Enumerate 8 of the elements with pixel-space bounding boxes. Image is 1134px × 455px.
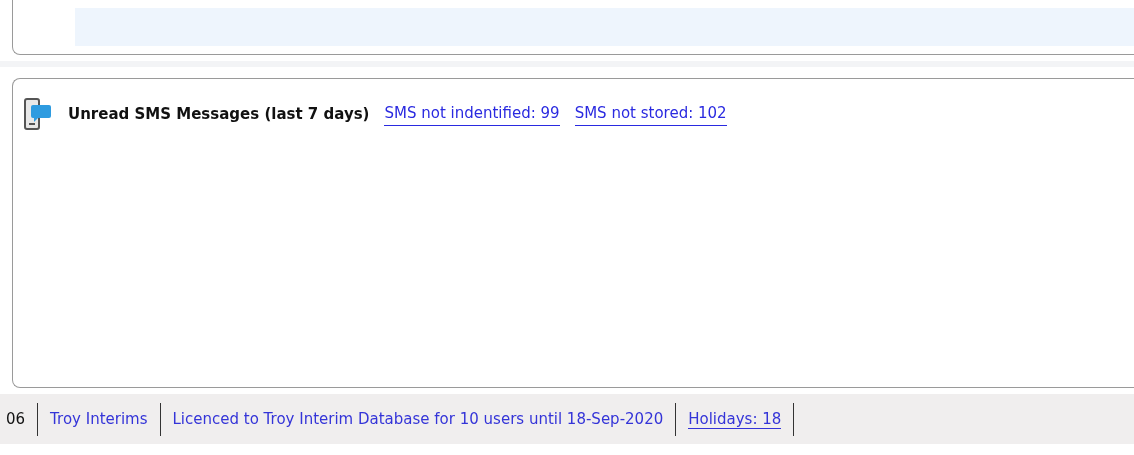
sms-count-link[interactable]: SMS not stored: 102 — [574, 101, 727, 127]
status-text: Troy Interims — [50, 409, 148, 428]
status-text: Licenced to Troy Interim Database for 10 users until 18-Sep-2020 — [172, 409, 664, 428]
panel-title: Unread SMS Messages (last 7 days) — [68, 103, 370, 125]
sms-count-link[interactable]: SMS not indentified: 99 — [384, 101, 560, 127]
status-text: 06 — [6, 409, 26, 428]
phone-message-icon — [23, 97, 53, 131]
holidays-link[interactable]: Holidays: 18 — [688, 409, 782, 429]
